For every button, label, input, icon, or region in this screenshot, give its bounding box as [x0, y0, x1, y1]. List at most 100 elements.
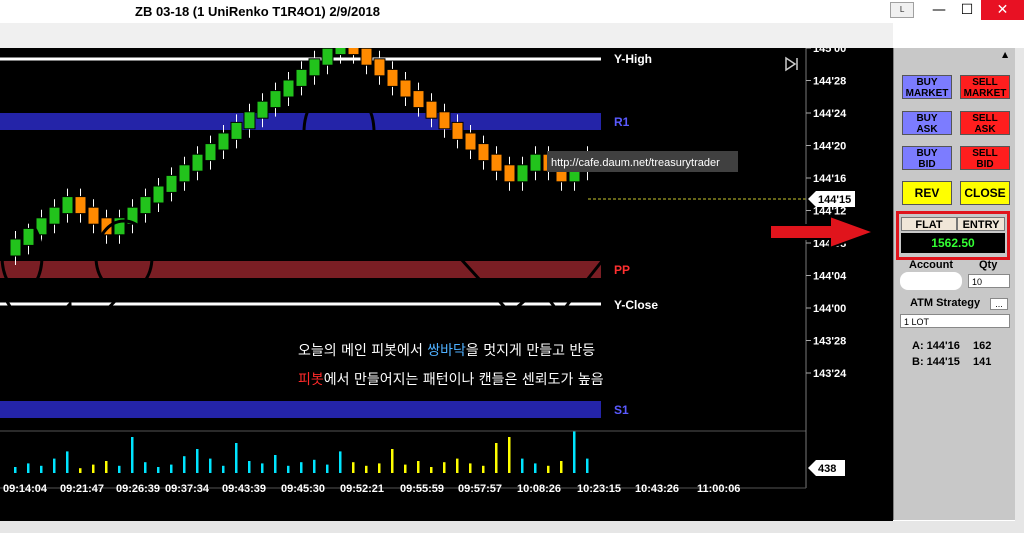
reverse-button[interactable]: REV — [902, 181, 952, 205]
price-tick-label: 144'24 — [813, 108, 847, 120]
r1-band — [0, 113, 601, 130]
horizontal-scrollbar[interactable] — [0, 521, 1024, 533]
chart-trader-toggle-button[interactable]: L — [890, 2, 914, 18]
up-brick — [178, 164, 191, 183]
r1-label: R1 — [614, 115, 630, 129]
volume-bar — [456, 458, 459, 473]
toolbar-strip — [0, 23, 893, 49]
volume-bar — [352, 462, 355, 473]
time-axis: 09:14:04 09:21:47 09:26:39 09:37:34 09:43:39… — [3, 483, 740, 495]
current-price-value: 144'15 — [818, 194, 851, 206]
account-select[interactable] — [900, 272, 962, 290]
red-arrow-icon — [769, 214, 877, 250]
up-brick — [61, 196, 74, 215]
price-chart[interactable]: Y-High R1 PP Y-Close S1 145'00 144'28 144'… — [0, 48, 893, 533]
up-brick — [529, 153, 542, 172]
price-tick-label: 144'20 — [813, 141, 846, 153]
close-button[interactable]: ✕ — [981, 0, 1024, 20]
qty-input[interactable]: 10 — [968, 274, 1010, 288]
up-brick — [308, 58, 321, 77]
buy-bid-button[interactable]: BUY BID — [902, 146, 952, 170]
down-brick — [425, 100, 438, 119]
time-tick-label: 09:57:57 — [458, 483, 502, 495]
chart-area[interactable]: Y-High R1 PP Y-Close S1 145'00 144'28 144'… — [0, 48, 893, 533]
y-close-label: Y-Close — [614, 298, 658, 312]
volume-bar — [586, 458, 589, 473]
volume-bar — [118, 465, 121, 473]
atm-strategy-button[interactable]: ... — [990, 298, 1008, 310]
volume-bar — [391, 449, 394, 473]
volume-bar — [196, 449, 199, 473]
volume-bar — [144, 462, 147, 473]
s1-band — [0, 401, 601, 418]
volume-bar — [560, 461, 563, 473]
volume-bar — [521, 458, 524, 473]
maximize-button[interactable]: ☐ — [953, 0, 981, 20]
volume-bar — [430, 467, 433, 473]
volume-bars — [14, 431, 589, 473]
up-brick — [217, 132, 230, 151]
sell-bid-button[interactable]: SELL BID — [960, 146, 1010, 170]
volume-bar — [300, 462, 303, 473]
price-tick-label: 144'16 — [813, 173, 846, 185]
scroll-to-end-icon[interactable] — [785, 56, 798, 72]
ask-price-label: A: 144'16 — [912, 340, 960, 352]
up-brick — [295, 68, 308, 87]
sell-market-button[interactable]: SELL MARKET — [960, 75, 1010, 99]
window-titlebar: ZB 03-18 (1 UniRenko T1R4O1) 2/9/2018 L … — [0, 0, 1024, 23]
volume-bar — [131, 437, 134, 473]
position-box: FLAT ENTRY 1562.50 — [896, 211, 1010, 260]
down-brick — [386, 68, 399, 87]
volume-bar — [469, 463, 472, 473]
price-tick-label: 143'28 — [813, 336, 846, 348]
volume-bar — [404, 464, 407, 473]
scroll-up-icon[interactable]: ▲ — [1002, 50, 1012, 60]
down-brick — [451, 121, 464, 140]
minimize-button[interactable]: — — [925, 0, 953, 20]
volume-bar — [157, 467, 160, 473]
volume-bar — [378, 463, 381, 473]
up-brick — [139, 196, 152, 215]
volume-bar — [274, 455, 277, 473]
volume-bar — [326, 464, 329, 473]
time-tick-label: 10:23:15 — [577, 483, 621, 495]
time-tick-label: 09:45:30 — [281, 483, 325, 495]
annotation-line-1: 오늘의 메인 피봇에서 쌍바닥을 멋지게 만들고 반등 — [298, 343, 595, 359]
time-tick-label: 09:14:04 — [3, 483, 48, 495]
account-label: Account — [909, 259, 953, 271]
watermark-url: http://cafe.daum.net/treasurytrader — [551, 157, 720, 169]
time-tick-label: 09:26:39 — [116, 483, 160, 495]
sell-ask-button[interactable]: SELL ASK — [960, 111, 1010, 135]
time-tick-label: 11:00:06 — [697, 483, 740, 495]
pp-label: PP — [614, 263, 630, 277]
volume-bar — [547, 465, 550, 473]
volume-bar — [27, 463, 30, 473]
atm-strategy-label: ATM Strategy — [910, 297, 981, 309]
volume-bar — [170, 464, 173, 473]
right-scrollbar[interactable] — [1015, 48, 1024, 533]
volume-bar — [53, 458, 56, 473]
position-status: FLAT — [901, 217, 957, 231]
volume-bar — [443, 462, 446, 473]
double-bottom-circle-left — [0, 218, 44, 294]
pp-band — [0, 261, 601, 278]
time-tick-label: 10:43:26 — [635, 483, 679, 495]
down-brick — [399, 79, 412, 98]
y-high-label: Y-High — [614, 52, 652, 66]
volume-bar — [534, 463, 537, 473]
price-tick-label: 143'24 — [813, 368, 847, 380]
down-brick — [87, 206, 100, 225]
volume-bar — [573, 431, 576, 473]
profit-loss-value: 1562.50 — [901, 233, 1005, 253]
buy-market-button[interactable]: BUY MARKET — [902, 75, 952, 99]
down-brick — [464, 132, 477, 151]
atm-strategy-select[interactable]: 1 LOT — [900, 314, 1010, 328]
down-brick — [503, 164, 516, 183]
volume-value: 438 — [818, 463, 836, 475]
close-position-button[interactable]: CLOSE — [960, 181, 1010, 205]
down-brick — [412, 90, 425, 109]
window-title: ZB 03-18 (1 UniRenko T1R4O1) 2/9/2018 — [135, 4, 380, 19]
up-brick — [516, 164, 529, 183]
buy-ask-button[interactable]: BUY ASK — [902, 111, 952, 135]
up-brick — [282, 79, 295, 98]
